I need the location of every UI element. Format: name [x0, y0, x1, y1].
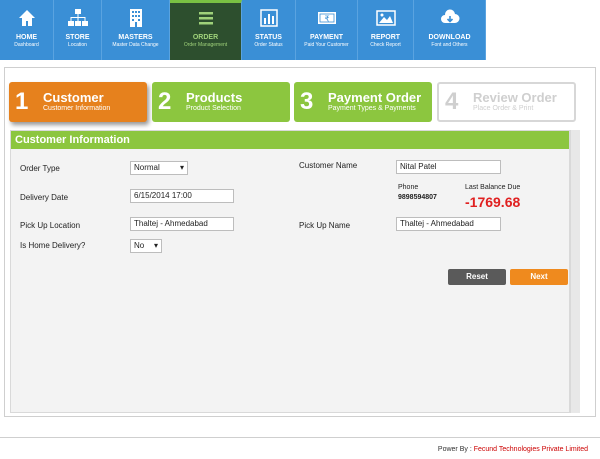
nav-report-label: REPORT — [370, 34, 401, 41]
step-subtitle: Customer Information — [43, 105, 111, 112]
step-payment-order[interactable]: 3 Payment Order Payment Types & Payments — [294, 82, 432, 122]
step-title: Payment Order — [328, 90, 422, 105]
nav-store-label: STORE — [65, 34, 90, 41]
order-type-label: Order Type — [20, 164, 60, 173]
balance-value: -1769.68 — [465, 194, 521, 210]
nav-status-sub: Order Status — [254, 42, 283, 48]
nav-store[interactable]: STORE Location — [54, 0, 102, 60]
nav-order-label: ORDER — [192, 34, 219, 41]
pickup-name-input[interactable]: Thaltej - Ahmedabad — [396, 217, 501, 231]
nav-download[interactable]: DOWNLOAD Font and Others — [414, 0, 486, 60]
building-icon — [129, 9, 142, 27]
sitemap-icon — [67, 9, 88, 26]
nav-status-label: STATUS — [255, 34, 282, 41]
home-delivery-label: Is Home Delivery? — [20, 241, 86, 250]
nav-order[interactable]: ORDER Order Management — [170, 0, 242, 60]
nav-masters-sub: Master Data Change — [112, 42, 159, 48]
home-delivery-select[interactable]: No — [130, 239, 162, 253]
step-title: Products — [186, 90, 243, 105]
phone-value: 9898594807 — [398, 194, 437, 201]
balance-label: Last Balance Due — [465, 184, 521, 191]
nav-masters[interactable]: MASTERS Master Data Change — [102, 0, 170, 60]
step-subtitle: Place Order & Print — [473, 105, 534, 112]
step-title: Customer — [43, 90, 104, 105]
delivery-date-label: Delivery Date — [20, 193, 69, 202]
pickup-location-label: Pick Up Location — [20, 221, 81, 230]
delivery-date-input[interactable]: 6/15/2014 17:00 — [130, 189, 234, 203]
footer: Power By : Fecund Technologies Private L… — [438, 446, 588, 453]
nav-home[interactable]: HOME Dashboard — [0, 0, 54, 60]
chart-icon — [259, 9, 278, 27]
customer-name-label: Customer Name — [299, 161, 358, 170]
step-number: 1 — [15, 88, 29, 115]
nav-payment[interactable]: ₹ PAYMENT Paid Your Customer — [296, 0, 358, 60]
step-review-order[interactable]: 4 Review Order Place Order & Print — [437, 82, 576, 122]
step-products[interactable]: 2 Products Product Selection — [152, 82, 290, 122]
pickup-name-label: Pick Up Name — [299, 221, 351, 230]
pickup-location-input[interactable]: Thaltej - Ahmedabad — [130, 217, 234, 231]
step-number: 2 — [158, 88, 172, 115]
nav-masters-label: MASTERS — [118, 34, 153, 41]
top-navigation: HOME Dashboard STORE Location MASTERS Ma… — [0, 0, 486, 60]
cloud-download-icon — [440, 9, 459, 23]
order-type-select[interactable]: Normal — [130, 161, 188, 175]
nav-download-sub: Font and Others — [431, 42, 468, 48]
menu-icon — [198, 12, 213, 25]
nav-report-sub: Check Report — [370, 42, 401, 48]
step-subtitle: Product Selection — [186, 105, 241, 112]
nav-store-sub: Location — [68, 42, 87, 48]
step-customer[interactable]: 1 Customer Customer Information — [9, 82, 147, 122]
panel-scrollbar[interactable] — [570, 130, 580, 413]
nav-payment-sub: Paid Your Customer — [304, 42, 349, 48]
money-icon: ₹ — [317, 12, 336, 24]
customer-name-input[interactable]: Nital Patel — [396, 160, 501, 174]
step-number: 3 — [300, 88, 314, 115]
image-icon — [375, 10, 396, 26]
nav-home-sub: Dashboard — [14, 42, 39, 48]
nav-payment-label: PAYMENT — [309, 34, 344, 41]
phone-label: Phone — [398, 184, 419, 191]
footer-divider — [0, 437, 600, 438]
nav-download-label: DOWNLOAD — [428, 34, 471, 41]
svg-text:₹: ₹ — [324, 15, 329, 24]
nav-report[interactable]: REPORT Check Report — [358, 0, 414, 60]
reset-button[interactable]: Reset — [448, 269, 506, 285]
footer-prefix: Power By : — [437, 446, 474, 453]
footer-company-link[interactable]: Fecund Technologies Private Limited — [474, 446, 588, 453]
home-icon — [18, 10, 35, 26]
nav-status[interactable]: STATUS Order Status — [242, 0, 296, 60]
next-button[interactable]: Next — [510, 269, 568, 285]
panel-title: Customer Information — [11, 131, 569, 149]
step-number: 4 — [445, 88, 459, 115]
step-subtitle: Payment Types & Payments — [328, 105, 416, 112]
nav-home-label: HOME — [16, 34, 37, 41]
nav-order-sub: Order Management — [183, 42, 228, 48]
step-title: Review Order — [473, 90, 557, 105]
